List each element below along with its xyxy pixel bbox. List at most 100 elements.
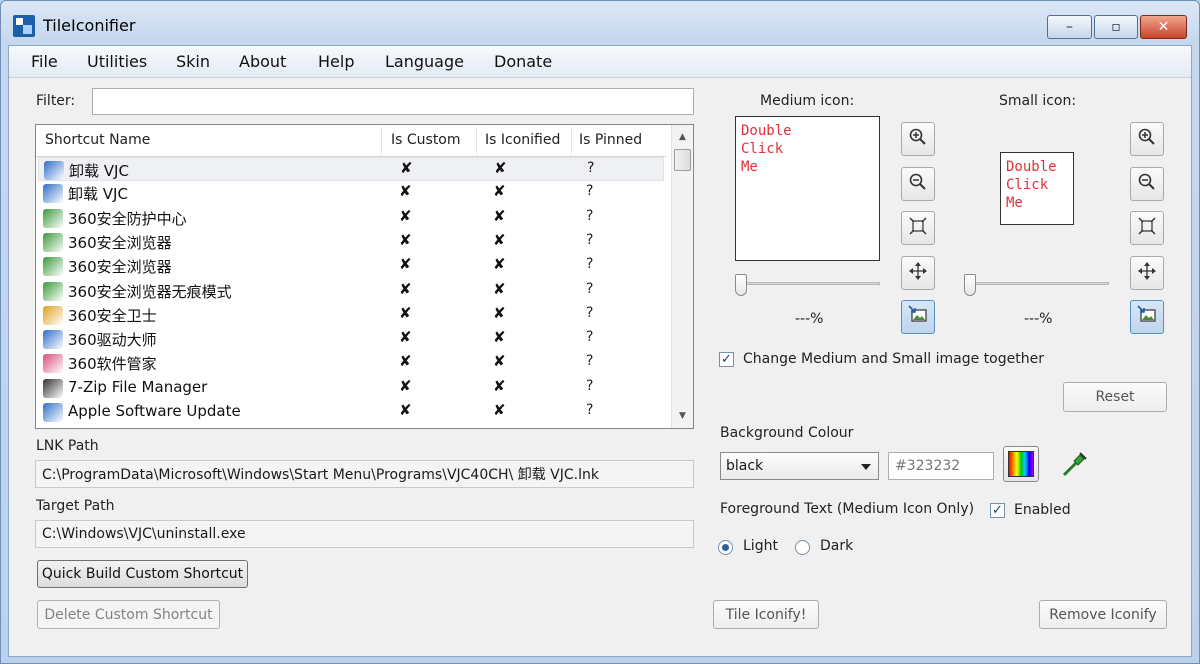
menu-help[interactable]: Help — [318, 52, 354, 71]
filter-input[interactable] — [92, 88, 694, 115]
small-zoom-out-button[interactable] — [1130, 166, 1164, 201]
table-row[interactable]: 360安全防护中心 ✘ ✘? — [38, 206, 664, 230]
scroll-thumb[interactable] — [674, 149, 691, 171]
table-row[interactable]: 360软件管家 ✘ ✘? — [38, 351, 664, 375]
zoom-out-icon — [908, 172, 928, 196]
eyedropper-icon[interactable] — [1060, 449, 1090, 479]
table-row[interactable]: 360安全浏览器 ✘ ✘? — [38, 230, 664, 254]
is-pinned-cell: ? — [586, 280, 594, 297]
quick-build-button[interactable]: Quick Build Custom Shortcut — [37, 560, 248, 588]
menu-file[interactable]: File — [31, 52, 58, 71]
maximize-button[interactable]: ▫ — [1094, 15, 1138, 39]
table-row[interactable]: 360安全浏览器 ✘ ✘? — [38, 254, 664, 278]
foreground-enabled-checkbox[interactable]: ✓ — [990, 503, 1005, 518]
lnk-path-field[interactable]: C:\ProgramData\Microsoft\Windows\Start M… — [35, 460, 694, 488]
table-row[interactable]: 360驱动大师 ✘ ✘? — [38, 327, 664, 351]
radio-selected-dot — [722, 544, 729, 551]
shortcut-name: 7-Zip File Manager — [68, 377, 208, 396]
foreground-enabled-label[interactable]: Enabled — [1014, 502, 1071, 518]
title-bar[interactable]: TileIconifier – ▫ ✕ — [1, 1, 1199, 45]
background-colour-select[interactable]: black — [720, 452, 879, 480]
change-together-checkbox[interactable]: ✓ — [719, 352, 734, 367]
small-image-button[interactable] — [1130, 300, 1164, 334]
scroll-down-icon[interactable]: ▼ — [672, 406, 693, 426]
reset-button[interactable]: Reset — [1063, 382, 1167, 412]
medium-center-button[interactable] — [901, 255, 935, 290]
close-button[interactable]: ✕ — [1140, 15, 1187, 39]
shortcut-icon — [43, 403, 63, 422]
light-radio-label[interactable]: Light — [743, 538, 778, 554]
small-percent: ---% — [1024, 311, 1053, 327]
menu-donate[interactable]: Donate — [494, 52, 552, 71]
medium-zoom-out-button[interactable] — [901, 166, 935, 201]
minimize-button[interactable]: – — [1047, 15, 1092, 39]
table-row[interactable]: 卸载 VJC ✘ ✘? — [38, 181, 664, 205]
small-slider-thumb[interactable] — [964, 274, 976, 296]
shortcut-icon — [43, 232, 63, 252]
col-is-custom[interactable]: Is Custom — [391, 132, 461, 148]
medium-fit-button[interactable] — [901, 211, 935, 245]
col-is-iconified[interactable]: Is Iconified — [485, 132, 560, 148]
menu-utilities[interactable]: Utilities — [87, 52, 147, 71]
medium-slider-thumb[interactable] — [735, 274, 747, 296]
small-zoom-in-button[interactable] — [1130, 122, 1164, 156]
is-pinned-cell: ? — [586, 304, 594, 321]
is-pinned-cell: ? — [586, 183, 594, 200]
is-pinned-cell: ? — [586, 256, 594, 273]
is-iconified-cell: ✘ — [493, 279, 506, 298]
zoom-in-icon — [1137, 127, 1157, 151]
shortcut-name: 360安全防护中心 — [68, 209, 187, 228]
menu-skin[interactable]: Skin — [176, 52, 210, 71]
background-hex-input[interactable] — [888, 452, 994, 480]
is-pinned-cell: ? — [586, 329, 594, 346]
image-icon — [907, 304, 929, 330]
remove-iconify-button[interactable]: Remove Iconify — [1039, 600, 1167, 629]
col-shortcut-name[interactable]: Shortcut Name — [45, 132, 150, 148]
medium-icon-preview[interactable]: Double Click Me — [735, 116, 880, 261]
shortcut-name: 360软件管家 — [68, 355, 157, 374]
table-row[interactable]: Apple Software Update ✘ ✘? — [38, 400, 664, 424]
table-row[interactable]: 7-Zip File Manager ✘ ✘? — [38, 376, 664, 400]
shortcut-name: 360安全浏览器 — [68, 258, 172, 277]
menu-bar: File Utilities Skin About Help Language … — [9, 46, 1191, 78]
shortcut-name: 卸载 VJC — [69, 162, 129, 180]
delete-custom-shortcut-button[interactable]: Delete Custom Shortcut — [37, 600, 220, 629]
scroll-up-icon[interactable]: ▲ — [672, 127, 693, 147]
dark-radio[interactable] — [795, 540, 810, 555]
medium-zoom-in-button[interactable] — [901, 122, 935, 156]
shortcut-name: 360安全卫士 — [68, 306, 157, 325]
small-size-slider[interactable] — [964, 282, 1109, 285]
menu-about[interactable]: About — [239, 52, 286, 71]
background-colour-value: black — [726, 458, 764, 474]
is-custom-cell: ✘ — [399, 206, 412, 225]
client-area: File Utilities Skin About Help Language … — [8, 45, 1192, 657]
light-radio[interactable] — [718, 540, 733, 555]
small-fit-button[interactable] — [1130, 211, 1164, 245]
colour-picker-button[interactable] — [1003, 446, 1039, 482]
target-path-field[interactable]: C:\Windows\VJC\uninstall.exe — [35, 520, 694, 548]
is-iconified-cell: ✘ — [493, 401, 506, 419]
menu-language[interactable]: Language — [385, 52, 464, 71]
table-row[interactable]: 360安全浏览器无痕模式 ✘ ✘? — [38, 279, 664, 303]
medium-size-slider[interactable] — [735, 282, 880, 285]
is-custom-cell: ✘ — [399, 376, 412, 395]
image-icon — [1136, 304, 1158, 330]
col-is-pinned[interactable]: Is Pinned — [579, 132, 642, 148]
list-scrollbar[interactable]: ▲ ▼ — [671, 125, 693, 428]
tile-iconify-button[interactable]: Tile Iconify! — [713, 600, 819, 629]
col-separator — [476, 127, 477, 155]
is-custom-cell: ✘ — [399, 352, 412, 371]
shortcut-list[interactable]: Shortcut Name Is Custom Is Iconified Is … — [35, 124, 694, 429]
colour-palette-icon — [1008, 451, 1034, 477]
small-icon-label: Small icon: — [999, 93, 1077, 109]
preview-text-line: Double — [741, 123, 792, 139]
change-together-label[interactable]: Change Medium and Small image together — [743, 351, 1044, 367]
table-row[interactable]: 卸载 VJC ✘ ✘? — [38, 157, 664, 181]
dark-radio-label[interactable]: Dark — [820, 538, 853, 554]
small-center-button[interactable] — [1130, 255, 1164, 290]
is-pinned-cell: ? — [586, 402, 594, 418]
small-icon-preview[interactable]: Double Click Me — [1000, 152, 1074, 225]
table-row[interactable]: 360安全卫士 ✘ ✘? — [38, 303, 664, 327]
medium-image-button[interactable] — [901, 300, 935, 334]
is-custom-cell: ✘ — [399, 230, 412, 249]
